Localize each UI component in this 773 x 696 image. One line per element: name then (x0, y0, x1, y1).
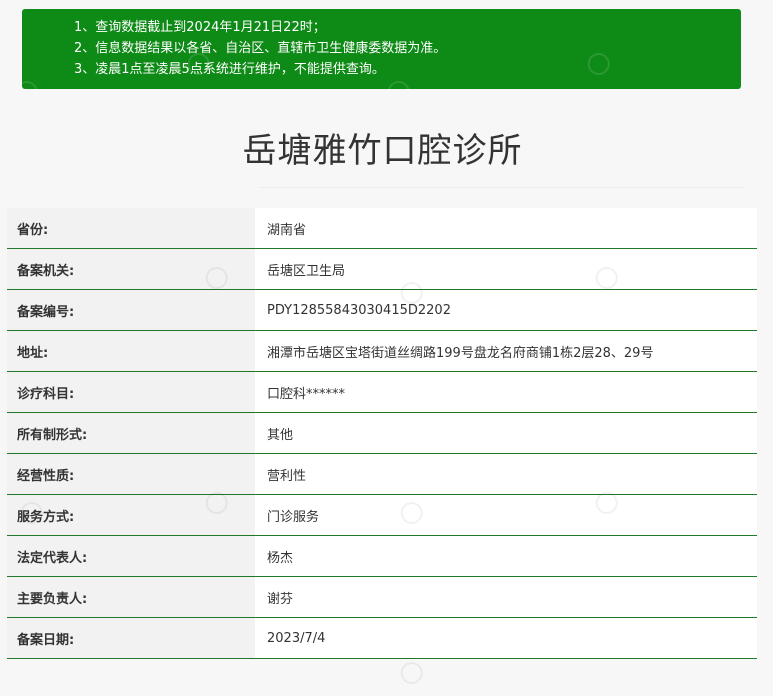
row-label: 备案日期: (7, 618, 255, 658)
row-value: 湘潭市岳塘区宝塔街道丝绸路199号盘龙名府商铺1栋2层28、29号 (255, 331, 757, 371)
table-row-address: 地址: 湘潭市岳塘区宝塔街道丝绸路199号盘龙名府商铺1栋2层28、29号 (7, 331, 757, 372)
row-label: 省份: (7, 208, 255, 248)
row-label: 经营性质: (7, 454, 255, 494)
row-value: 门诊服务 (255, 495, 757, 535)
row-value: 湖南省 (255, 208, 757, 248)
page-title: 岳塘雅竹口腔诊所 (242, 131, 523, 171)
notice-line-3: 3、凌晨1点至凌晨5点系统进行维护，不能提供查询。 (74, 62, 385, 77)
row-label: 备案机关: (7, 249, 255, 289)
row-label: 法定代表人: (7, 536, 255, 576)
row-value: 营利性 (255, 454, 757, 494)
table-row-principal: 主要负责人: 谢芬 (7, 577, 757, 618)
row-value: 杨杰 (255, 536, 757, 576)
table-row-province: 省份: 湖南省 (7, 208, 757, 249)
title-divider (260, 187, 745, 188)
notice-line-1: 1、查询数据截止到2024年1月21日22时； (74, 20, 326, 35)
row-value: 谢芬 (255, 577, 757, 617)
table-row-record-number: 备案编号: PDY12855843030415D2202 (7, 290, 757, 331)
row-label: 主要负责人: (7, 577, 255, 617)
row-value: PDY12855843030415D2202 (255, 290, 757, 330)
table-row-ownership: 所有制形式: 其他 (7, 413, 757, 454)
row-label: 诊疗科目: (7, 372, 255, 412)
table-row-departments: 诊疗科目: 口腔科****** (7, 372, 757, 413)
notice-banner: 1、查询数据截止到2024年1月21日22时； 2、信息数据结果以各省、自治区、… (11, 9, 741, 107)
table-row-service-mode: 服务方式: 门诊服务 (7, 495, 757, 536)
row-label: 服务方式: (7, 495, 255, 535)
info-table: 省份: 湖南省 备案机关: 岳塘区卫生局 备案编号: PDY1285584303… (7, 208, 757, 659)
row-value: 岳塘区卫生局 (255, 249, 757, 289)
row-label: 地址: (7, 331, 255, 371)
row-value: 其他 (255, 413, 757, 453)
row-label: 所有制形式: (7, 413, 255, 453)
notice-line-2: 2、信息数据结果以各省、自治区、直辖市卫生健康委数据为准。 (74, 41, 447, 56)
table-row-authority: 备案机关: 岳塘区卫生局 (7, 249, 757, 290)
row-label: 备案编号: (7, 290, 255, 330)
table-row-legal-representative: 法定代表人: 杨杰 (7, 536, 757, 577)
row-value: 口腔科****** (255, 372, 757, 412)
table-row-business-nature: 经营性质: 营利性 (7, 454, 757, 495)
table-row-record-date: 备案日期: 2023/7/4 (7, 618, 757, 659)
row-value: 2023/7/4 (255, 618, 757, 658)
